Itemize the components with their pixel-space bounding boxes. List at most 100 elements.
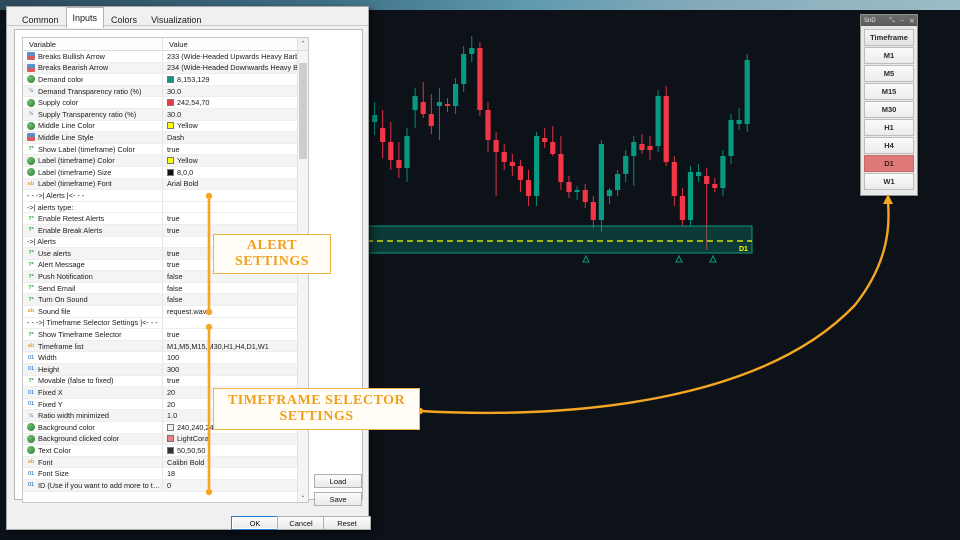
row-value-cell[interactable]: Dash <box>163 132 308 143</box>
row-value-cell[interactable]: 50,50,50 <box>163 445 308 456</box>
row-value-cell[interactable]: Yellow <box>163 155 308 166</box>
row-value-cell[interactable]: 100 <box>163 352 308 363</box>
row-value-cell[interactable]: 242,54,70 <box>163 97 308 108</box>
table-row[interactable]: 01 ID (Use if you want to add more to th.… <box>23 479 308 492</box>
ok-button[interactable]: OK <box>231 516 279 530</box>
save-button[interactable]: Save <box>314 492 362 506</box>
table-row[interactable]: ?* Movable (false to fixed) true <box>23 375 308 388</box>
row-value-cell[interactable]: LightCoral <box>163 434 308 445</box>
table-row[interactable]: ab Sound file request.wav <box>23 306 308 318</box>
row-value-cell[interactable] <box>163 190 308 201</box>
table-row[interactable]: Breaks Bearish Arrow 234 (Wide-Headed Dow… <box>23 62 308 75</box>
table-row[interactable]: 01 Font Size 18 <box>23 468 308 480</box>
timeframe-button-m30[interactable]: M30 <box>864 101 914 118</box>
table-row[interactable]: Breaks Bullish Arrow 233 (Wide-Headed Upw… <box>23 51 308 63</box>
row-value-cell[interactable]: true <box>163 213 308 224</box>
table-row[interactable]: ab Label (timeframe) Font Arial Bold <box>23 178 308 191</box>
row-value-cell[interactable]: Arial Bold <box>163 179 308 190</box>
scrollbar-down-arrow[interactable]: ⌄ <box>298 491 308 502</box>
row-value-cell[interactable]: 18 <box>163 468 308 479</box>
zone-timeframe-label: D1 <box>739 246 748 253</box>
row-value-cell[interactable]: Calibri Bold <box>163 457 308 468</box>
row-value: false <box>167 283 183 293</box>
table-row[interactable]: ½ Demand Transparency ratio (%) 30.0 <box>23 85 308 98</box>
table-row[interactable]: ?* Enable Retest Alerts true <box>23 213 308 225</box>
row-value-cell[interactable]: 0 <box>163 480 308 491</box>
timeframe-button-m15[interactable]: M15 <box>864 83 914 100</box>
tab-common[interactable]: Common <box>15 10 66 29</box>
timeframe-button-w1[interactable]: W1 <box>864 173 914 190</box>
row-label: Font Size <box>38 469 69 479</box>
row-label: Width <box>38 353 57 363</box>
percent-icon: ½ <box>28 412 34 419</box>
row-value-cell[interactable]: 30.0 <box>163 86 308 97</box>
row-value-cell[interactable]: 300 <box>163 364 308 375</box>
timeframe-button-m1[interactable]: M1 <box>864 47 914 64</box>
timeframe-button-h4[interactable]: H4 <box>864 137 914 154</box>
snd-timeframe-selector-panel[interactable]: SnD ⤡ – ✕ Timeframe M1 M5 M15 M30 H1 H4 D1 W1 <box>860 14 918 196</box>
table-row[interactable]: ->| alerts type: <box>23 201 308 214</box>
bool-icon: ?* <box>28 377 34 384</box>
timeframe-button-d1[interactable]: D1 <box>864 155 914 172</box>
row-value: true <box>167 376 180 386</box>
row-value-cell[interactable]: request.wav <box>163 306 308 317</box>
timeframe-button-m5[interactable]: M5 <box>864 65 914 82</box>
tab-colors[interactable]: Colors <box>104 10 144 29</box>
row-value-cell[interactable]: true <box>163 144 308 155</box>
row-value-cell[interactable]: false <box>163 283 308 294</box>
row-value-cell[interactable]: 30.0 <box>163 109 308 120</box>
table-row[interactable]: Text Color 50,50,50 <box>23 445 308 457</box>
row-value-cell[interactable]: true <box>163 329 308 340</box>
row-value-cell[interactable]: 8,0,0 <box>163 167 308 178</box>
row-label: Fixed X <box>38 388 63 398</box>
table-row[interactable]: 01 Width 100 <box>23 352 308 365</box>
table-row[interactable]: Demand color 8,153,129 <box>23 74 308 86</box>
table-row[interactable]: ½ Supply Transparency ratio (%) 30.0 <box>23 108 308 121</box>
row-value-cell[interactable] <box>163 202 308 213</box>
table-row[interactable]: Middle Line Style Dash <box>23 132 308 144</box>
tab-inputs[interactable]: Inputs <box>65 7 105 28</box>
row-value-cell[interactable] <box>163 318 308 329</box>
row-label: ID (Use if you want to add more to th... <box>38 480 162 490</box>
scrollbar-up-arrow[interactable]: ⌃ <box>297 38 308 50</box>
table-row[interactable]: - - ->| Alerts |<- - - <box>23 190 308 202</box>
close-icon[interactable]: ✕ <box>907 17 917 25</box>
row-label: Middle Line Style <box>38 132 94 142</box>
row-value-cell[interactable]: true <box>163 376 308 387</box>
pin-icon[interactable]: ⤡ <box>887 17 897 25</box>
row-value-cell[interactable]: 8,153,129 <box>163 74 308 85</box>
table-row[interactable]: Middle Line Color Yellow <box>23 120 308 133</box>
color-icon <box>27 121 35 130</box>
table-row[interactable]: ?* Show Timeframe Selector true <box>23 329 308 341</box>
table-row[interactable]: Background clicked color LightCoral <box>23 433 308 446</box>
annotation-alert-line1: ALERT <box>246 238 298 254</box>
cancel-button[interactable]: Cancel <box>277 516 325 530</box>
row-value: 8,0,0 <box>177 167 194 177</box>
table-row[interactable]: ab Font Calibri Bold <box>23 456 308 469</box>
row-value-cell[interactable]: Yellow <box>163 121 308 132</box>
reset-button[interactable]: Reset <box>323 516 371 530</box>
table-row[interactable]: Label (timeframe) Color Yellow <box>23 155 308 167</box>
load-button[interactable]: Load <box>314 474 362 488</box>
table-row[interactable]: ?* Show Label (timeframe) Color true <box>23 143 308 156</box>
table-row[interactable]: 01 Height 300 <box>23 364 308 376</box>
row-value-cell[interactable]: 234 (Wide-Headed Downwards Heavy Bar... <box>163 63 308 74</box>
minimize-icon[interactable]: – <box>897 17 907 24</box>
table-row[interactable]: ?* Turn On Sound false <box>23 294 308 307</box>
row-value-cell[interactable]: 233 (Wide-Headed Upwards Heavy Barb ... <box>163 51 308 62</box>
table-row[interactable]: ?* Send Email false <box>23 282 308 295</box>
row-value-cell[interactable]: false <box>163 294 308 305</box>
timeframe-button-h1[interactable]: H1 <box>864 119 914 136</box>
table-row[interactable]: Label (timeframe) Size 8,0,0 <box>23 166 308 179</box>
row-value-cell[interactable]: M1,M5,M15,M30,H1,H4,D1,W1 <box>163 341 308 352</box>
table-row[interactable]: ab Timeframe list M1,M5,M15,M30,H1,H4,D1,W… <box>23 340 308 353</box>
tab-visualization[interactable]: Visualization <box>144 10 208 29</box>
string-icon: ab <box>27 459 35 466</box>
scrollbar-thumb[interactable] <box>299 63 307 159</box>
row-label: Label (timeframe) Color <box>38 156 115 166</box>
table-row[interactable]: Supply color 242,54,70 <box>23 97 308 109</box>
percent-icon: ½ <box>28 88 34 95</box>
snd-panel-titlebar[interactable]: SnD ⤡ – ✕ <box>861 15 917 26</box>
table-vertical-scrollbar[interactable]: ⌄ <box>297 51 308 502</box>
table-row[interactable]: - - ->| Timeframe Selector Settings |<- … <box>23 317 308 330</box>
